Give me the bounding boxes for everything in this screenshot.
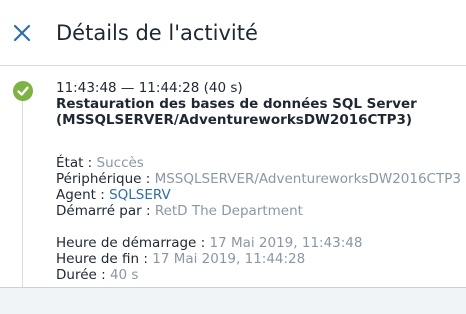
end-time-value: 17 Mai 2019, 11:44:28 [152, 251, 306, 267]
activity-details: 11:43:48 — 11:44:28 (40 s) Restauration … [56, 80, 461, 283]
start-time-label: Heure de démarrage : [56, 235, 210, 251]
panel-footer [0, 288, 466, 314]
device-label: Périphérique : [56, 171, 155, 187]
agent-row: Agent : SQLSERV [56, 187, 461, 203]
agent-label: Agent : [56, 187, 110, 203]
close-icon[interactable] [8, 19, 36, 47]
start-time-value: 17 Mai 2019, 11:43:48 [209, 235, 363, 251]
started-by-label: Démarré par : [56, 203, 155, 219]
end-time-row: Heure de fin : 17 Mai 2019, 11:44:28 [56, 251, 461, 267]
status-value: Succès [96, 155, 144, 171]
close-button[interactable] [8, 19, 36, 47]
status-row: État : Succès [56, 155, 461, 171]
duration-row: Durée : 40 s [56, 267, 461, 283]
started-by-value: RetD The Department [154, 203, 303, 219]
activity-name: Restauration des bases de données SQL Se… [56, 96, 461, 128]
duration-label: Durée : [56, 267, 110, 283]
timeline-line [22, 90, 23, 287]
page-title: Détails de l'activité [56, 21, 258, 45]
panel-header: Détails de l'activité [0, 0, 466, 66]
status-label: État : [56, 155, 97, 171]
device-row: Périphérique : MSSQLSERVER/Adventurework… [56, 171, 461, 187]
agent-link[interactable]: SQLSERV [109, 187, 171, 203]
started-by-row: Démarré par : RetD The Department [56, 203, 461, 219]
activity-name-line2: (MSSQLSERVER/AdventureworksDW2016CTP3) [56, 112, 413, 128]
end-time-label: Heure de fin : [56, 251, 153, 267]
activity-time-range: 11:43:48 — 11:44:28 (40 s) [56, 80, 243, 96]
device-value: MSSQLSERVER/AdventureworksDW2016CTP3 [154, 171, 461, 187]
start-time-row: Heure de démarrage : 17 Mai 2019, 11:43:… [56, 235, 461, 251]
check-circle-icon [13, 81, 33, 101]
duration-value: 40 s [109, 267, 139, 283]
activity-name-line1: Restauration des bases de données SQL Se… [56, 96, 417, 112]
